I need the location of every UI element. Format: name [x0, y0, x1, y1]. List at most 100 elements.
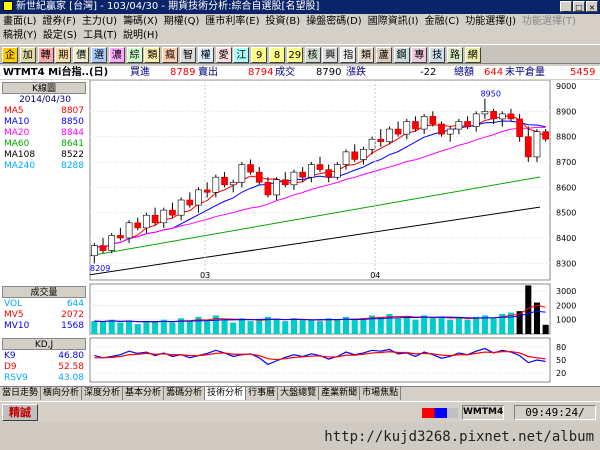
tab-events[interactable]: 行事曆 [246, 387, 279, 400]
price-row [4, 252, 86, 263]
toolbar-button[interactable]: 瘋 [162, 47, 179, 63]
fine-button[interactable]: 精誠 [2, 404, 38, 421]
open-interest-label: 未平倉量 [505, 67, 545, 78]
toolbar-button[interactable]: 價 [73, 47, 90, 63]
toolbar-button[interactable]: 愛 [215, 47, 232, 63]
toolbar-button[interactable]: 加 [19, 47, 36, 63]
toolbar-button[interactable]: 指 [340, 47, 357, 63]
kd-label: D9 [4, 362, 17, 372]
candle-body [368, 138, 376, 150]
ma-row: MA60 8641 [4, 139, 86, 150]
kd-row: RSV9 43.08 [4, 373, 86, 384]
tab-depth[interactable]: 深度分析 [82, 387, 124, 400]
candle-body [195, 189, 202, 206]
price-tick-label: 8700 [556, 158, 576, 167]
tab-daily[interactable]: 當日走勢 [0, 387, 42, 400]
toolbar-button[interactable]: 選 [91, 47, 107, 63]
candle-body [264, 181, 272, 196]
menu-item[interactable]: 金融(C) [421, 15, 462, 29]
toolbar: 企加轉期價選濃綜類瘋智權愛江 9 8 29 核興指類蘆鋼專技路網 [0, 44, 600, 64]
toolbar-button[interactable]: 轉 [37, 47, 54, 63]
tab-chips[interactable]: 籌碼分析 [164, 387, 206, 400]
maximize-button[interactable]: □ [573, 1, 585, 12]
menu-item[interactable]: 投資(B) [263, 15, 304, 29]
tab-news[interactable]: 產業新聞 [319, 387, 361, 400]
candle-body [498, 113, 506, 120]
menu-item[interactable]: 設定(S) [40, 29, 80, 43]
toolbar-button[interactable]: 專 [411, 47, 428, 63]
candle-body [247, 164, 254, 173]
toolbar-button[interactable]: 類 [144, 47, 161, 63]
toolbar-button[interactable]: 綜 [126, 47, 143, 63]
tab-fundamental[interactable]: 基本分析 [123, 387, 165, 400]
toolbar-button[interactable]: 期 [55, 47, 72, 63]
menu-item[interactable]: 國際資訊(I) [365, 15, 422, 29]
candlestick-chart[interactable]: 9000 8900 8800 8700 8600 8500 8400 8300 8950 8209… [0, 79, 600, 386]
candle-body [377, 138, 385, 143]
toolbar-button[interactable]: 鋼 [393, 47, 410, 63]
price-tick-label: 8400 [556, 234, 576, 243]
candle-body [134, 222, 142, 229]
toolbar-button[interactable]: 權 [197, 47, 214, 63]
toolbar-button[interactable]: 智 [180, 47, 196, 63]
candle-body [316, 164, 324, 170]
menu-item[interactable]: 證券(F) [39, 15, 79, 29]
volume-header[interactable]: 成交量 [2, 286, 86, 298]
vol-value: 2072 [61, 310, 84, 320]
candle-body [108, 235, 116, 251]
menu-item[interactable]: 稿視(Y) [0, 29, 40, 43]
menu-item[interactable]: 主力(U) [79, 15, 120, 29]
toolbar-button[interactable]: 8 [269, 47, 285, 63]
toolbar-button[interactable]: 興 [322, 47, 339, 63]
menu-item[interactable]: 工具(T) [80, 29, 120, 43]
minimize-button[interactable]: _ [560, 1, 572, 12]
toolbar-button[interactable]: 企 [2, 47, 18, 63]
toolbar-button[interactable]: 29 [286, 47, 303, 63]
toolbar-button[interactable]: 濃 [108, 47, 125, 63]
menu-item[interactable]: 畫面(L) [0, 15, 39, 29]
close-button[interactable]: × [586, 1, 598, 12]
volume-bar [230, 322, 237, 334]
high-label: 8950 [481, 90, 501, 99]
ma-value: 8807 [61, 106, 84, 116]
tab-focus[interactable]: 市場焦點 [360, 387, 402, 400]
menu-item[interactable]: 籌碼(X) [120, 15, 161, 29]
toolbar-button[interactable]: 類 [358, 47, 374, 63]
candle-body [160, 209, 168, 224]
tab-horizontal[interactable]: 橫向分析 [41, 387, 83, 400]
toolbar-button[interactable]: 蘆 [375, 47, 392, 63]
kd-header[interactable]: KD,J [2, 338, 86, 350]
low-label: 8209 [90, 264, 110, 273]
toolbar-button[interactable]: 9 [251, 47, 268, 63]
menu-item[interactable]: 功能選擇(J) [462, 15, 519, 29]
volume-tick-label: 2000 [556, 301, 576, 310]
tab-market[interactable]: 大盤總覽 [278, 387, 320, 400]
menu-item[interactable]: 操盤密碼(D) [303, 15, 365, 29]
price-tick-label: 8500 [556, 209, 576, 218]
toolbar-button[interactable]: 路 [447, 47, 463, 63]
price-row [4, 263, 86, 274]
kd-row: K9 46.80 [4, 351, 86, 362]
volume-bar [377, 316, 384, 334]
toolbar-button[interactable]: 技 [429, 47, 446, 63]
volume-bar [351, 319, 358, 334]
menu-item[interactable]: 說明(H) [120, 29, 161, 43]
chart-area[interactable]: 9000 8900 8800 8700 8600 8500 8400 8300 8950 8209… [0, 79, 600, 386]
menu-item[interactable]: 期權(Q) [161, 15, 203, 29]
vol-label: MV5 [4, 310, 24, 320]
volume-bar [204, 321, 211, 334]
candle-body [490, 111, 497, 120]
volume-bar [290, 318, 297, 334]
tab-technical[interactable]: 技術分析 [205, 387, 247, 400]
kline-header[interactable]: K線圖 [2, 82, 86, 94]
toolbar-button[interactable]: 江 [233, 47, 250, 63]
toolbar-button[interactable]: 網 [464, 47, 481, 63]
symbol-label[interactable]: WTMT4 Mi台指..(日) [3, 66, 108, 79]
toolbar-button[interactable]: 核 [304, 47, 321, 63]
volume-bar [134, 324, 141, 334]
volume-bar [490, 318, 497, 334]
candle-body [438, 123, 445, 135]
candle-body [221, 176, 228, 186]
menu-item[interactable]: 匯市利率(E) [202, 15, 262, 29]
volume-bar [412, 319, 419, 334]
